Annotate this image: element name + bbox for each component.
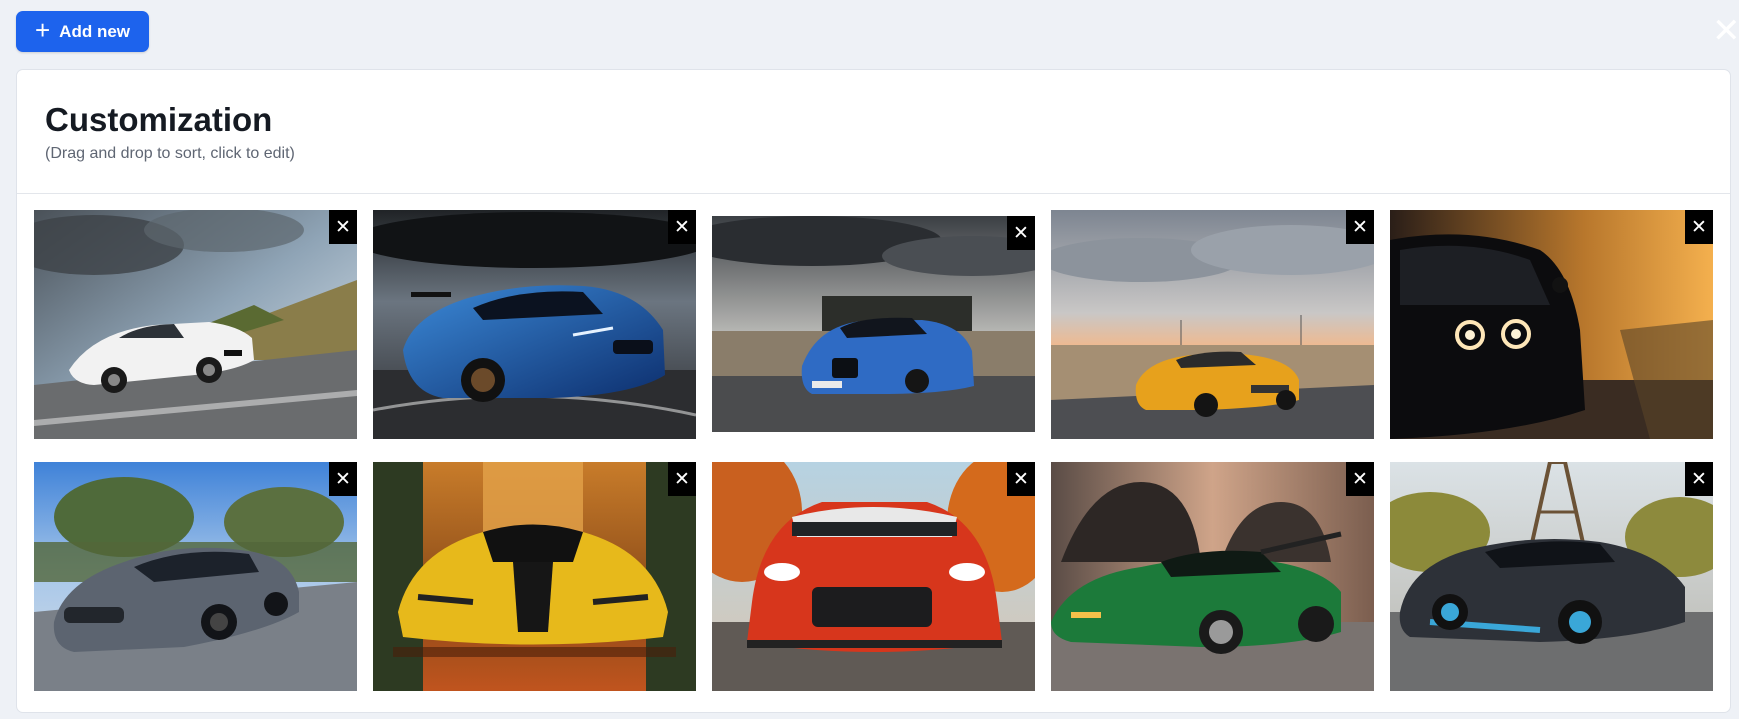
delete-image-button[interactable]: ✕ bbox=[1007, 216, 1035, 250]
car-image bbox=[1390, 210, 1713, 439]
plus-icon: + bbox=[34, 15, 51, 45]
car-image bbox=[1390, 462, 1713, 691]
car-image bbox=[712, 216, 1035, 432]
car-image bbox=[712, 462, 1035, 691]
car-image bbox=[34, 210, 357, 439]
close-icon[interactable]: ✕ bbox=[1712, 14, 1739, 48]
car-image bbox=[373, 462, 696, 691]
image-tile-9[interactable]: ✕ bbox=[1051, 462, 1374, 691]
delete-image-button[interactable]: ✕ bbox=[668, 462, 696, 496]
image-tile-10[interactable]: ✕ bbox=[1390, 462, 1713, 691]
image-tile-1[interactable]: ✕ bbox=[34, 210, 357, 439]
image-tile-7[interactable]: ✕ bbox=[373, 462, 696, 691]
delete-image-button[interactable]: ✕ bbox=[1346, 210, 1374, 244]
add-new-label: Add new bbox=[59, 21, 131, 41]
car-image bbox=[1051, 210, 1374, 439]
page-subtitle: (Drag and drop to sort, click to edit) bbox=[45, 145, 295, 162]
image-tile-4[interactable]: ✕ bbox=[1051, 210, 1374, 439]
delete-image-button[interactable]: ✕ bbox=[1007, 462, 1035, 496]
delete-image-button[interactable]: ✕ bbox=[1346, 462, 1374, 496]
image-tile-3[interactable]: ✕ bbox=[712, 210, 1035, 439]
customization-panel: Customization (Drag and drop to sort, cl… bbox=[16, 69, 1731, 713]
image-tile-8[interactable]: ✕ bbox=[712, 462, 1035, 691]
delete-image-button[interactable]: ✕ bbox=[329, 210, 357, 244]
image-grid: ✕ ✕ ✕ ✕ ✕ ✕ ✕ ✕ ✕ ✕ bbox=[34, 210, 1713, 691]
delete-image-button[interactable]: ✕ bbox=[329, 462, 357, 496]
add-new-button[interactable]: + Add new bbox=[16, 11, 149, 52]
page-title: Customization bbox=[45, 101, 273, 138]
delete-image-button[interactable]: ✕ bbox=[668, 210, 696, 244]
image-tile-5[interactable]: ✕ bbox=[1390, 210, 1713, 439]
panel-header: Customization (Drag and drop to sort, cl… bbox=[17, 70, 1730, 194]
image-tile-2[interactable]: ✕ bbox=[373, 210, 696, 439]
car-image bbox=[34, 462, 357, 691]
delete-image-button[interactable]: ✕ bbox=[1685, 210, 1713, 244]
car-image bbox=[373, 210, 696, 439]
image-tile-6[interactable]: ✕ bbox=[34, 462, 357, 691]
car-image bbox=[1051, 462, 1374, 691]
delete-image-button[interactable]: ✕ bbox=[1685, 462, 1713, 496]
